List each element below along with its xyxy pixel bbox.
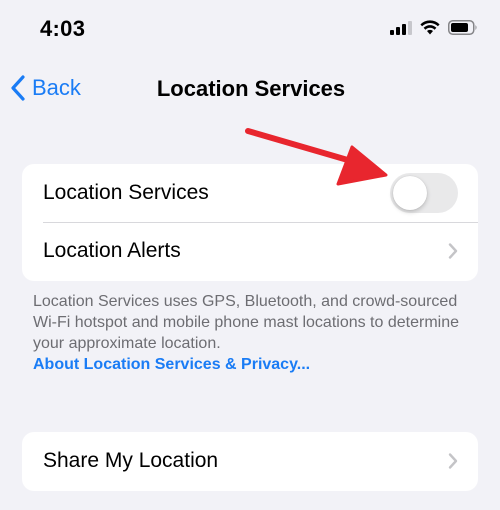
location-services-label: Location Services: [43, 181, 209, 204]
description-text: Location Services uses GPS, Bluetooth, a…: [33, 293, 459, 352]
location-services-row: Location Services: [22, 164, 478, 222]
about-privacy-link[interactable]: About Location Services & Privacy...: [33, 354, 473, 375]
status-time: 4:03: [40, 16, 86, 41]
share-my-location-label: Share My Location: [43, 449, 219, 472]
battery-icon: [448, 20, 478, 35]
share-location-group: Share My Location: [22, 432, 478, 491]
status-icons: [390, 20, 478, 35]
chevron-right-icon: [448, 453, 458, 470]
share-my-location-row[interactable]: Share My Location: [22, 432, 478, 490]
chevron-right-icon: [448, 243, 458, 260]
cellular-signal-icon: [390, 20, 412, 35]
status-bar: 4:03: [0, 0, 500, 60]
location-services-description: Location Services uses GPS, Bluetooth, a…: [33, 291, 473, 375]
page-title: Location Services: [156, 76, 346, 101]
toggle-knob: [393, 176, 427, 210]
navigation-bar: Back Location Services: [0, 64, 500, 112]
wifi-icon: [420, 20, 440, 35]
location-alerts-row[interactable]: Location Alerts: [22, 222, 478, 280]
location-alerts-label: Location Alerts: [43, 239, 181, 262]
location-settings-group: Location Services Location Alerts: [22, 164, 478, 281]
location-services-toggle[interactable]: [390, 173, 458, 213]
